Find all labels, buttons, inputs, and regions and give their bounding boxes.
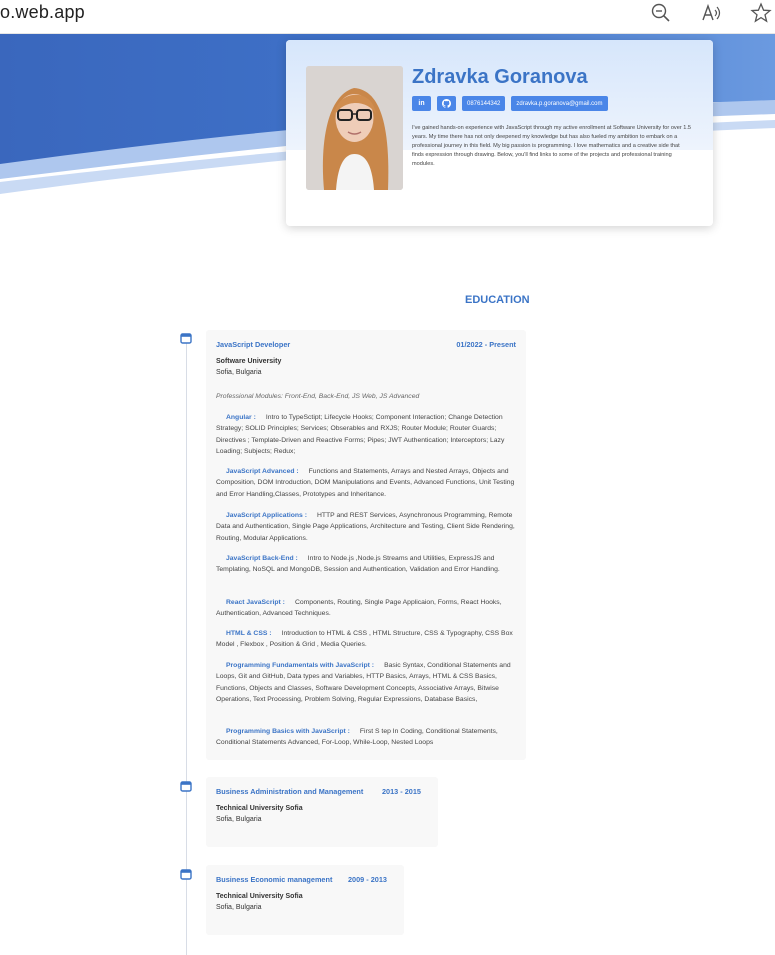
module-title: React JavaScript : (226, 599, 285, 606)
profile-about-text: I've gained hands-on experience with Jav… (412, 125, 692, 167)
module-title: Programming Fundamentals with JavaScript… (226, 662, 375, 669)
profile-photo (306, 66, 403, 190)
linkedin-icon: in (418, 100, 425, 107)
email-button[interactable]: zdravka.p.goranova@gmail.com (511, 96, 608, 111)
module-title: HTML & CSS : (226, 630, 272, 637)
module-item: Angular : Intro to TypeSctipt; Lifecycle … (216, 412, 516, 458)
entry-position: JavaScript Developer (216, 340, 291, 349)
entry-organization: Technical University Sofia (216, 805, 303, 812)
address-bar-url[interactable]: o.web.app (0, 2, 85, 23)
github-button[interactable] (437, 96, 456, 111)
module-title: Angular : (226, 414, 256, 421)
module-item: JavaScript Advanced : Functions and State… (216, 466, 516, 500)
entry-position: Business Administration and Management (216, 787, 364, 796)
module-title: Programming Basics with JavaScript : (226, 728, 350, 735)
phone-button[interactable]: 0876144342 (462, 96, 506, 111)
calendar-icon (180, 781, 192, 792)
module-title: JavaScript Advanced : (226, 468, 299, 475)
module-text: Intro to TypeSctipt; Lifecycle Hooks; Co… (216, 414, 505, 456)
read-aloud-icon[interactable] (700, 2, 722, 24)
module-title: JavaScript Back-End : (226, 555, 298, 562)
entry-location: Sofia, Bulgaria (216, 816, 262, 823)
profile-name: Zdravka Goranova (412, 66, 588, 88)
education-entry: Business Economic management 2009 - 2013… (206, 865, 404, 935)
entry-date: 2009 - 2013 (348, 875, 387, 884)
profile-card: Zdravka Goranova in 0876144342 zdravka.p… (286, 40, 713, 226)
education-entry: Business Administration and Management 2… (206, 777, 438, 847)
github-icon (442, 99, 451, 108)
module-title: JavaScript Applications : (226, 512, 307, 519)
timeline-line (186, 336, 187, 955)
entry-modules-label: Professional Modules: Front-End, Back-En… (216, 393, 420, 400)
module-item: Programming Basics with JavaScript : Firs… (216, 726, 516, 749)
calendar-icon (180, 869, 192, 880)
browser-toolbar: o.web.app (0, 0, 775, 34)
module-item: JavaScript Applications : HTTP and REST S… (216, 510, 516, 544)
entry-location: Sofia, Bulgaria (216, 369, 262, 376)
favorite-star-icon[interactable] (750, 2, 772, 24)
entry-organization: Technical University Sofia (216, 893, 303, 900)
calendar-icon (180, 333, 192, 344)
entry-organization: Software University (216, 358, 282, 365)
entry-location: Sofia, Bulgaria (216, 904, 262, 911)
module-item: JavaScript Back-End : Intro to Node.js ,N… (216, 553, 516, 576)
module-item: HTML & CSS : Introduction to HTML & CSS ,… (216, 628, 516, 651)
zoom-out-icon[interactable] (650, 2, 672, 24)
education-entry: JavaScript Developer 01/2022 - Present S… (206, 330, 526, 760)
module-item: React JavaScript : Components, Routing, S… (216, 597, 516, 620)
entry-position: Business Economic management (216, 875, 333, 884)
entry-date: 2013 - 2015 (382, 787, 421, 796)
linkedin-button[interactable]: in (412, 96, 431, 111)
contact-links: in 0876144342 zdravka.p.goranova@gmail.c… (412, 96, 608, 111)
entry-date: 01/2022 - Present (456, 340, 516, 349)
education-heading: EDUCATION (465, 294, 530, 306)
module-item: Programming Fundamentals with JavaScript… (216, 660, 516, 706)
